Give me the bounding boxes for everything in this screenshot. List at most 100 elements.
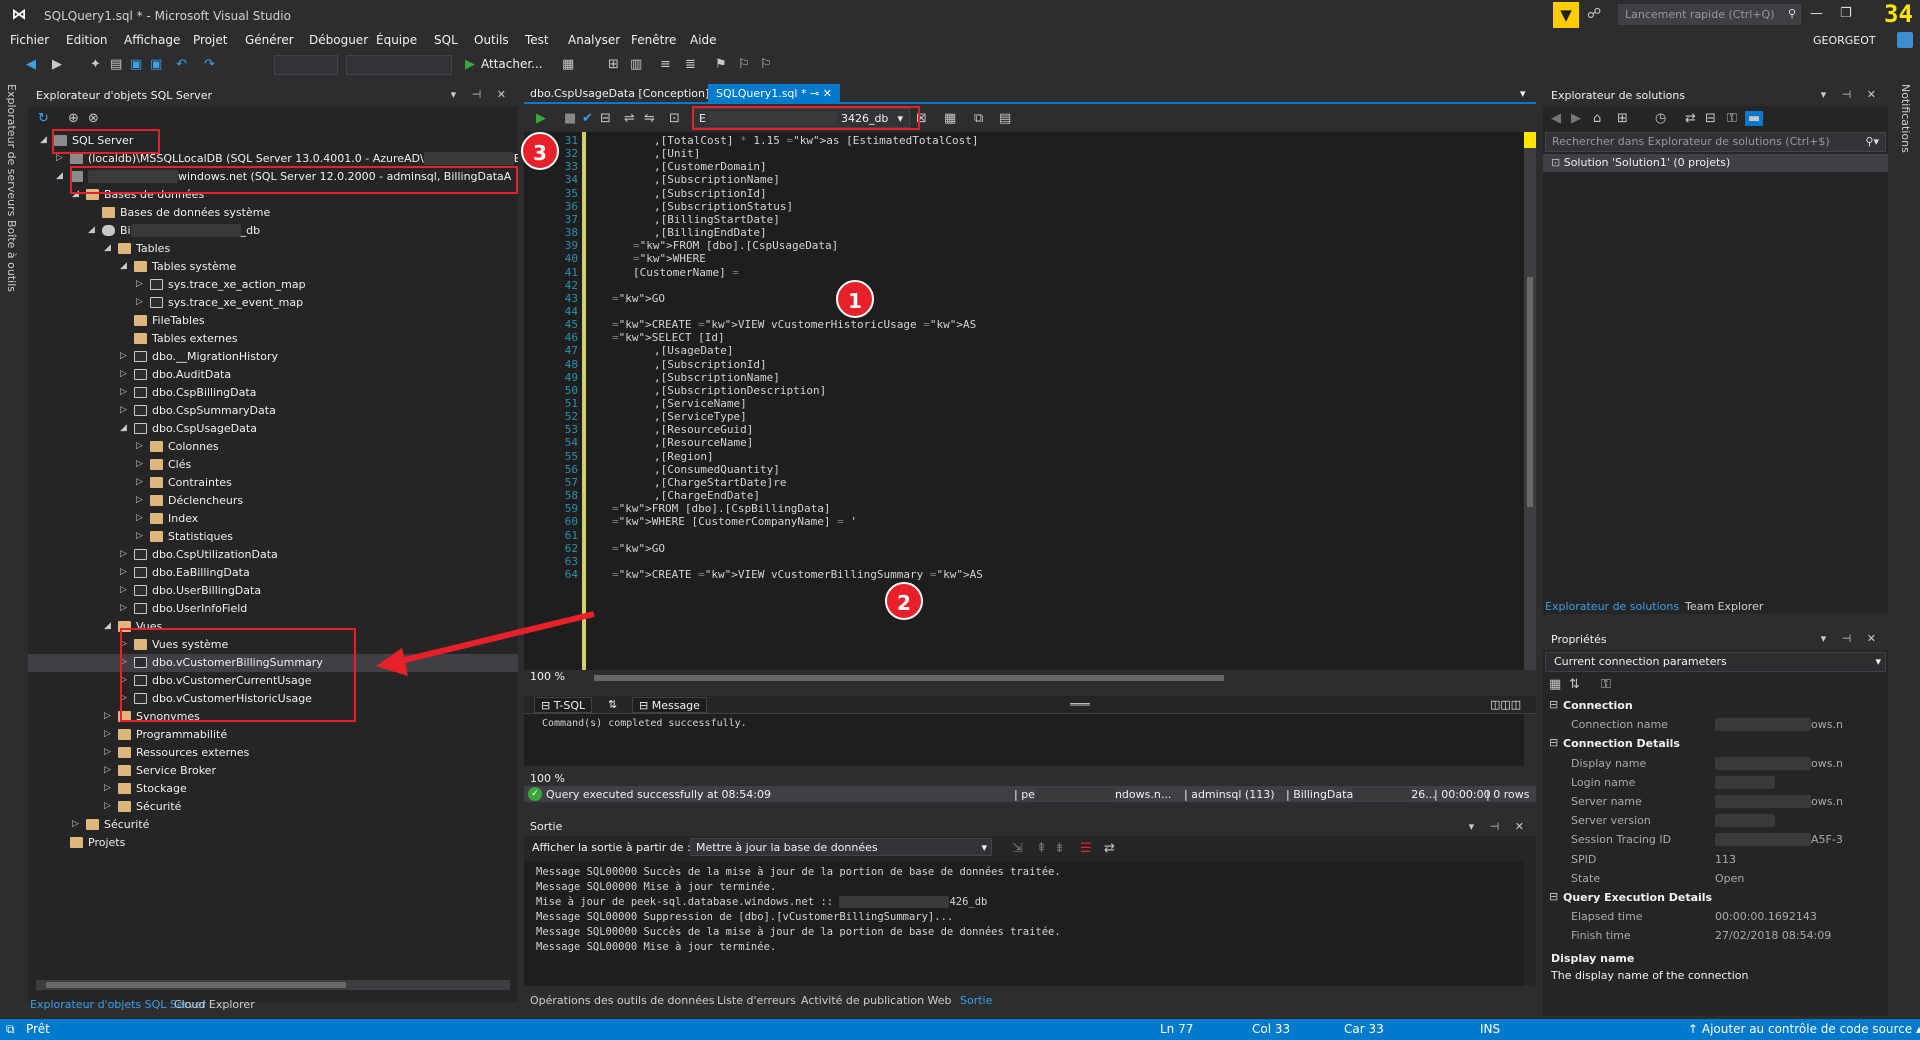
expand-icon[interactable]: ▷ [120,585,130,595]
collapse-icon[interactable]: ◢ [120,261,130,271]
preview-icon[interactable]: ▬ [1745,111,1764,126]
editor-vertical-scrollbar[interactable] [1524,132,1536,670]
plan-icon[interactable]: ⊟ [600,111,611,126]
bookmark-icon[interactable]: ⚑ [715,57,727,72]
expand-icon[interactable]: ▷ [136,297,146,307]
tab-data-tools-operations[interactable]: Opérations des outils de données [530,994,714,1007]
attach-button[interactable]: Attacher... [481,57,543,71]
property-row[interactable]: Elapsed time 00:00:00.1692143 [1543,907,1873,926]
horizontal-scrollbar[interactable] [36,980,510,990]
menu-item[interactable]: Analyser [568,33,620,47]
add-to-source-control-button[interactable]: ↑ Ajouter au contrôle de code source ▴ [1688,1022,1920,1036]
tree-node[interactable]: Tables externes [28,330,518,348]
tree-node[interactable]: ◢ dbo.CspUsageData [28,420,518,438]
new-project-icon[interactable]: ✦ [90,57,101,72]
tab-team-explorer[interactable]: Team Explorer [1685,600,1763,613]
menu-item[interactable]: Fenêtre [631,33,676,47]
expand-icon[interactable]: ▷ [120,387,130,397]
tree-node[interactable]: ▷ sys.trace_xe_event_map [28,294,518,312]
tree-node[interactable]: ▷ dbo.__MigrationHistory [28,348,518,366]
server-explorer-tab[interactable]: Explorateur de serveurs [5,84,18,216]
properties-object-combo[interactable]: Current connection parameters ▾ [1545,652,1886,672]
switch-views-icon[interactable]: ⊞ [1617,111,1628,126]
tree-node[interactable]: ▷ Ressources externes [28,744,518,762]
expand-icon[interactable]: ▷ [104,765,114,775]
menu-item[interactable]: Projet [193,33,227,47]
tree-node[interactable]: Bases de données système [28,204,518,222]
tab-overflow-icon[interactable]: ▾ [1520,87,1526,100]
tab-cloud-explorer[interactable]: Cloud Explorer [174,998,255,1011]
solution-search-input[interactable]: Rechercher dans Explorateur de solutions… [1545,132,1886,152]
pending-changes-icon[interactable]: ◷ [1655,111,1666,126]
menu-item[interactable]: Fichier [10,33,49,47]
refresh-icon[interactable]: ↻ [38,111,49,126]
results-text-icon[interactable]: ⧉ [974,111,983,126]
property-category[interactable]: ⊟ Connection Details [1543,734,1873,753]
forward-icon[interactable]: ▶ [1571,111,1581,126]
tree-node[interactable]: ▷ Clés [28,456,518,474]
execute-icon[interactable]: ▶ [536,111,546,126]
expand-icon[interactable]: ▷ [136,441,146,451]
tab-output[interactable]: Sortie [960,994,992,1007]
expand-icon[interactable]: ▷ [104,729,114,739]
forward-icon[interactable]: ▶ [52,57,62,72]
redo-icon[interactable]: ↷ [204,57,215,72]
platform-combo[interactable] [346,55,452,75]
toolbar-tool-icon[interactable]: ▥ [630,57,642,72]
tree-node[interactable]: ▷ Service Broker [28,762,518,780]
save-all-icon[interactable]: ▣ [150,57,162,72]
tree-node[interactable]: ▷ Stockage [28,780,518,798]
expand-icon[interactable]: ▷ [136,513,146,523]
property-row[interactable]: State Open [1543,869,1873,888]
tree-node[interactable]: ▷ Statistiques [28,528,518,546]
tab-message[interactable]: ⊟ Message [632,697,707,713]
toolbox-tab[interactable]: Boîte à outils [5,220,18,292]
property-row[interactable]: SPID 113 [1543,850,1873,869]
expand-icon[interactable]: ▷ [104,783,114,793]
property-row[interactable]: Session Tracing ID xA5F-3 [1543,830,1873,849]
expand-icon[interactable]: ▷ [136,495,146,505]
property-row[interactable]: Server name xows.n [1543,792,1873,811]
expand-icon[interactable]: ▷ [56,153,66,163]
expand-icon[interactable]: ▷ [104,711,114,721]
panel-controls[interactable]: ▾ ⊣ ✕ [1821,88,1882,101]
collapse-icon[interactable]: ◢ [40,135,50,145]
notifications-tab[interactable]: Notifications [1899,84,1912,153]
splitter-handle[interactable]: ═══ [1064,697,1096,713]
expand-icon[interactable]: ▷ [136,477,146,487]
expand-icon[interactable]: ▷ [120,549,130,559]
back-icon[interactable]: ◀ [1551,111,1561,126]
output-source-combo[interactable]: Mettre à jour la base de données ▾ [690,838,992,856]
filter-icon[interactable]: ⊗ [88,111,99,126]
pane-layout-icons[interactable]: ◫◫◫ [1484,697,1527,713]
tab-sqlquery1[interactable]: SQLQuery1.sql * ⊸ ✕ [708,84,840,104]
feedback-icon[interactable]: ☍ [1587,6,1601,22]
user-avatar[interactable] [1897,32,1913,48]
tree-node[interactable]: ▷ Sécurité [28,816,518,834]
split-icon[interactable]: ⇅ [602,697,623,713]
tab-cspusagedata-design[interactable]: dbo.CspUsageData [Conception] [530,87,709,100]
expand-icon[interactable]: ▷ [120,369,130,379]
tree-node[interactable]: ▷ dbo.CspSummaryData [28,402,518,420]
output-text[interactable]: Message SQL00000 Succès de la mise à jou… [524,862,1524,986]
tree-node[interactable]: ▷ Index [28,510,518,528]
restore-button[interactable]: ❐ [1840,6,1852,21]
tree-node[interactable]: ▷ Déclencheurs [28,492,518,510]
collapse-icon[interactable]: ⊟ [1549,698,1558,711]
collapse-icon[interactable]: ◢ [120,423,130,433]
tree-node[interactable]: ▷ dbo.UserBillingData [28,582,518,600]
pin-icon[interactable]: ⊸ [810,87,823,100]
code-editor[interactable]: 3 1 ,[TotalCost] * 1.15 ="kw">as [Estimate… [524,132,1524,670]
results-zoom-level[interactable]: 100 % [530,772,565,785]
expand-icon[interactable]: ▷ [120,567,130,577]
scroll-thumb[interactable] [46,982,346,988]
parse-icon[interactable]: ✔ [582,111,593,126]
collapse-icon[interactable]: ◢ [104,243,114,253]
back-icon[interactable]: ◀ [26,57,36,72]
properties-icon[interactable]: ⚿ [1727,111,1737,126]
property-row[interactable]: Finish time 27/02/2018 08:54:09 [1543,926,1873,945]
panel-controls[interactable]: ▾ ⊣ ✕ [1469,820,1530,833]
collapse-icon[interactable]: ◢ [56,171,66,181]
menu-item[interactable]: Équipe [376,33,417,47]
toolbar-tool-icon[interactable]: ≣ [685,57,696,72]
